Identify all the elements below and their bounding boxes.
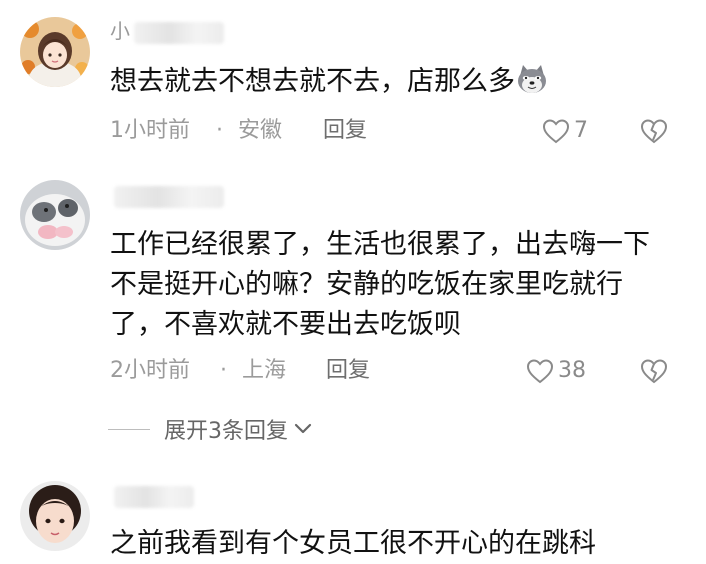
comment-item: 之前我看到有个女员工很不开心的在跳科 [0, 470, 706, 561]
username[interactable] [110, 182, 224, 208]
comment-text: 想去就去不想去就不去，店那么多 [110, 62, 670, 102]
divider [108, 428, 150, 430]
dislike-button[interactable] [640, 118, 668, 153]
comment-time: 1小时前 [110, 118, 190, 143]
doge-emoji-icon [515, 62, 549, 96]
broken-heart-icon [640, 119, 668, 144]
comment-meta: 1小时前 · 安徽 回复 7 [110, 116, 686, 146]
comment-location: 上海 [242, 358, 287, 383]
avatar[interactable] [20, 180, 90, 250]
username[interactable]: 小 [110, 18, 224, 44]
comment-location: 安徽 [238, 118, 283, 143]
comment-item: 工作已经很累了，生活也很累了，出去嗨一下不是挺开心的嘛？安静的吃饭在家里吃就行了… [0, 160, 706, 460]
comment-text: 工作已经很累了，生活也很累了，出去嗨一下不是挺开心的嘛？安静的吃饭在家里吃就行了… [110, 229, 650, 340]
meta-separator: · [216, 118, 223, 143]
chevron-down-icon [294, 423, 312, 434]
broken-heart-icon [640, 359, 668, 384]
expand-replies-button[interactable]: 展开3条回复 [108, 413, 312, 445]
expand-replies-label: 展开3条回复 [164, 419, 288, 444]
avatar[interactable] [20, 481, 90, 551]
comment-item: 小 想去就去不想去就不去，店那么多 1小时前 · 安徽 回复 7 [0, 0, 706, 160]
avatar[interactable] [20, 17, 90, 87]
dislike-button[interactable] [640, 358, 668, 393]
heart-outline-icon [526, 359, 554, 384]
username-blur [114, 485, 194, 508]
comment-time: 2小时前 [110, 358, 190, 383]
like-count: 7 [574, 118, 588, 143]
meta-separator: · [220, 358, 227, 383]
reply-button[interactable]: 回复 [323, 116, 367, 146]
username[interactable] [110, 482, 194, 508]
like-button[interactable]: 38 [526, 356, 586, 386]
username-blur [134, 21, 224, 44]
username-blur [114, 185, 224, 208]
like-count: 38 [558, 358, 586, 383]
reply-button[interactable]: 回复 [326, 356, 370, 386]
comment-text: 之前我看到有个女员工很不开心的在跳科 [110, 528, 596, 559]
comment-meta: 2小时前 · 上海 回复 38 [110, 356, 686, 386]
heart-outline-icon [542, 119, 570, 144]
like-button[interactable]: 7 [542, 116, 588, 146]
